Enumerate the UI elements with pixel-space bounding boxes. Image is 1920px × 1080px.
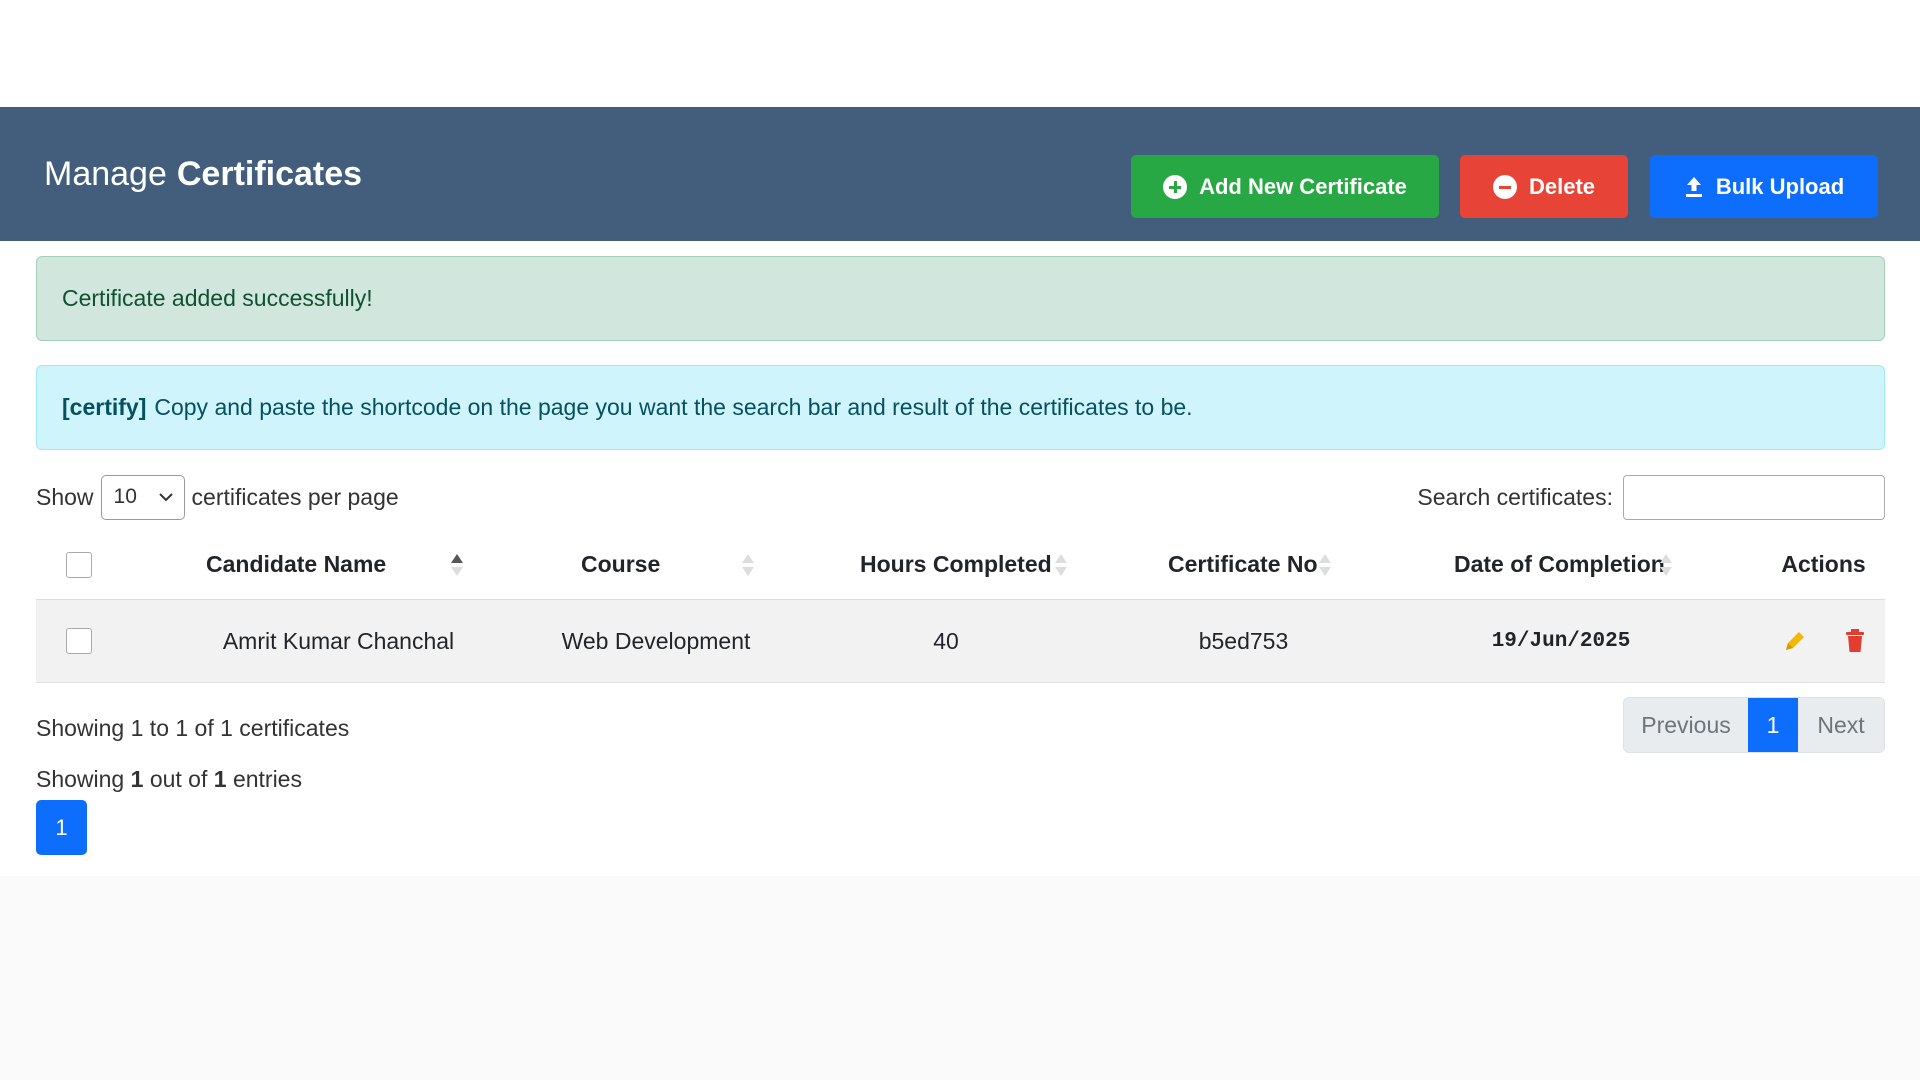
shortcode: [certify]	[62, 394, 147, 420]
table-row: Amrit Kumar Chanchal Web Development 40 …	[36, 600, 1885, 683]
edit-icon[interactable]	[1782, 628, 1808, 654]
shortcode-info-alert: [certify] Copy and paste the shortcode o…	[36, 365, 1885, 450]
plus-circle-icon	[1163, 174, 1188, 199]
page-number-button[interactable]: 1	[36, 800, 87, 855]
table-header: Candidate Name Course Hours Completed Ce…	[36, 530, 1885, 600]
sort-ascending-icon	[451, 554, 463, 576]
bulk-upload-button[interactable]: Bulk Upload	[1650, 155, 1878, 218]
sort-icon	[1319, 554, 1331, 576]
chevron-down-icon	[158, 493, 173, 502]
page-length-control: Show 10 certificates per page	[36, 474, 399, 520]
column-header-certificate-no[interactable]: Certificate No	[1101, 530, 1386, 599]
pagination: Previous 1 Next	[1623, 697, 1885, 753]
success-alert: Certificate added successfully!	[36, 256, 1885, 341]
page-header: Manage Certificates Add New Certificate D…	[0, 107, 1920, 241]
entries-summary: Showing 1 out of 1 entries	[36, 766, 302, 792]
cell-date-of-completion: 19/Jun/2025	[1491, 629, 1631, 653]
sort-icon	[1660, 554, 1672, 576]
select-all-checkbox[interactable]	[66, 551, 92, 578]
trash-icon[interactable]	[1844, 628, 1866, 654]
cell-actions	[1736, 600, 1911, 682]
cell-certificate-no: b5ed753	[1198, 627, 1289, 654]
cell-candidate-name: Amrit Kumar Chanchal	[222, 627, 455, 654]
page-background	[0, 876, 1920, 1080]
column-header-actions: Actions	[1781, 551, 1866, 577]
page-size-select[interactable]: 10	[100, 474, 185, 520]
search-control: Search certificates:	[1417, 474, 1885, 520]
row-checkbox[interactable]	[66, 628, 92, 654]
previous-page-button[interactable]: Previous	[1624, 698, 1748, 752]
page-1-button[interactable]: 1	[1748, 698, 1798, 752]
table-info: Showing 1 to 1 of 1 certificates	[36, 715, 350, 741]
page-title: Manage Certificates	[44, 154, 363, 193]
column-header-candidate-name[interactable]: Candidate Name	[156, 530, 521, 599]
minus-circle-icon	[1492, 174, 1517, 199]
delete-button[interactable]: Delete	[1460, 155, 1628, 218]
cell-hours-completed: 40	[933, 627, 959, 654]
cell-course: Web Development	[561, 627, 751, 654]
sort-icon	[742, 554, 754, 576]
search-input[interactable]	[1623, 474, 1885, 520]
certificates-table: Candidate Name Course Hours Completed Ce…	[36, 530, 1885, 683]
sort-icon	[1055, 554, 1067, 576]
column-header-date-of-completion[interactable]: Date of Completion	[1386, 530, 1736, 599]
add-new-certificate-button[interactable]: Add New Certificate	[1131, 155, 1439, 218]
next-page-button[interactable]: Next	[1798, 698, 1884, 752]
upload-icon	[1685, 176, 1702, 197]
